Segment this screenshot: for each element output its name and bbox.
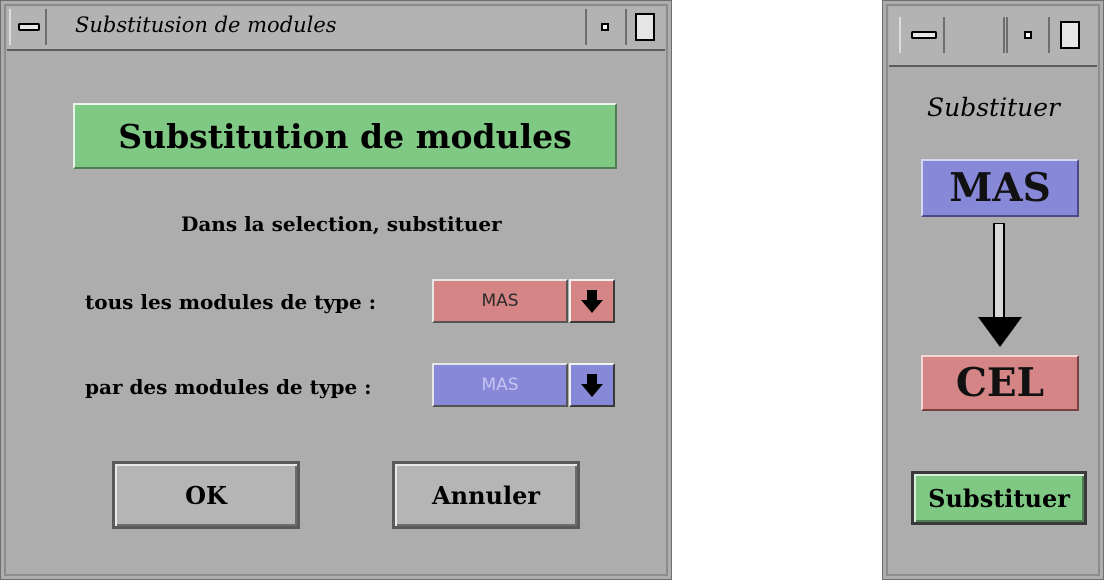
- source-type-select[interactable]: MAS: [432, 279, 568, 323]
- target-type-select[interactable]: MAS: [432, 363, 568, 407]
- down-arrow-icon: [978, 223, 1022, 347]
- substitute-button[interactable]: Substituer: [911, 471, 1087, 525]
- substitute-palette-window: Substituer MAS CEL Substituer: [882, 0, 1104, 580]
- source-type-dropdown-button[interactable]: [569, 279, 615, 323]
- cancel-button[interactable]: Annuler: [392, 461, 580, 529]
- window-menu-button[interactable]: [9, 9, 47, 45]
- minimize-icon: [1024, 31, 1032, 39]
- maximize-icon: [635, 13, 655, 41]
- down-arrow-icon: [581, 290, 603, 313]
- window-menu-icon: [18, 23, 40, 31]
- maximize-button[interactable]: [625, 9, 663, 45]
- source-type-label: tous les modules de type :: [85, 290, 377, 314]
- from-type-box[interactable]: MAS: [921, 159, 1079, 217]
- minimize-button[interactable]: [585, 9, 623, 45]
- target-type-dropdown-button[interactable]: [569, 363, 615, 407]
- instruction-text: Dans la selection, substituer: [181, 212, 502, 236]
- palette-caption: Substituer: [927, 93, 1060, 122]
- dialog-heading: Substitution de modules: [73, 103, 617, 169]
- title-bar[interactable]: [889, 7, 1097, 67]
- substitution-dialog-window: Substitusion de modules Substitution de …: [0, 0, 672, 580]
- minimize-icon: [601, 23, 609, 31]
- window-menu-icon: [911, 31, 937, 39]
- maximize-icon: [1060, 21, 1080, 49]
- ok-button[interactable]: OK: [112, 461, 300, 529]
- window-title: Substitusion de modules: [75, 13, 337, 37]
- maximize-button[interactable]: [1048, 17, 1092, 53]
- target-type-label: par des modules de type :: [85, 375, 372, 399]
- title-area[interactable]: [945, 17, 1005, 53]
- window-menu-button[interactable]: [899, 17, 945, 53]
- title-bar[interactable]: Substitusion de modules: [7, 7, 665, 51]
- minimize-button[interactable]: [1006, 17, 1048, 53]
- to-type-box[interactable]: CEL: [921, 355, 1079, 411]
- down-arrow-icon: [581, 374, 603, 397]
